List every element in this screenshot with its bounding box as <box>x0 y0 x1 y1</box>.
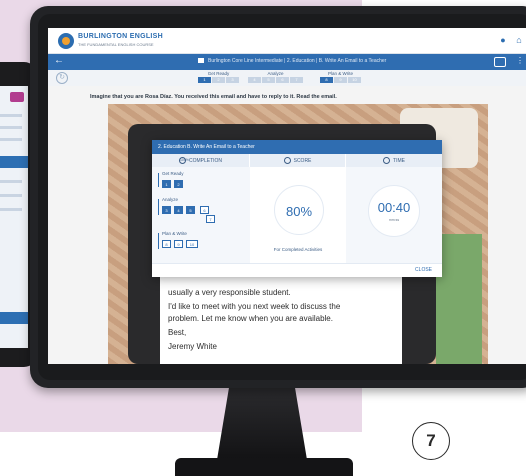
step-box[interactable]: 5 <box>262 77 275 83</box>
tablet-line <box>0 180 22 183</box>
logo-text: BURLINGTON ENGLISH <box>78 33 163 40</box>
green-notebook-image <box>436 234 482 364</box>
completion-icon: 100% <box>178 157 189 164</box>
progress-label: Analyze <box>162 197 179 202</box>
score-value: 80% <box>285 204 313 219</box>
bracket <box>158 173 159 187</box>
home-icon[interactable]: ⌂ <box>514 35 524 45</box>
screen-icon[interactable] <box>494 57 506 67</box>
tablet-line <box>0 208 22 211</box>
stage: BURLINGTON ENGLISH THE FUNDAMENTAL ENGLI… <box>0 0 526 476</box>
modal-title: 2. Education B. Write An Email to a Teac… <box>158 144 255 150</box>
progress-label: Get Ready <box>162 171 184 176</box>
email-line: usually a very responsible student. <box>168 288 291 297</box>
tablet-line <box>0 194 22 197</box>
progress-box: 1 <box>162 180 171 188</box>
score-icon <box>283 157 291 164</box>
back-arrow-icon[interactable]: ← <box>54 55 64 66</box>
step-box[interactable]: 6 <box>276 77 289 83</box>
monitor: BURLINGTON ENGLISH THE FUNDAMENTAL ENGLI… <box>30 6 526 388</box>
progress-box: 3 <box>162 206 171 214</box>
email-line: Best, <box>168 328 187 337</box>
progress-box: 7 <box>206 215 215 223</box>
step-group-analyze: Analyze 4 5 6 7 <box>248 71 303 83</box>
modal-footer: CLOSE <box>152 263 442 277</box>
progress-label: Plan & Write <box>162 231 187 236</box>
email-line: Jeremy White <box>168 342 217 351</box>
tablet-line <box>0 126 22 129</box>
refresh-icon[interactable]: ↻ <box>56 72 68 84</box>
results-modal: 2. Education B. Write An Email to a Teac… <box>152 140 442 277</box>
score-header-label: SCORE <box>293 157 312 164</box>
tablet-line <box>0 138 22 141</box>
step-box[interactable]: 10 <box>348 77 361 83</box>
step-label: Analyze <box>267 71 284 76</box>
monitor-screen: BURLINGTON ENGLISH THE FUNDAMENTAL ENGLI… <box>48 28 526 364</box>
step-box[interactable]: 9 <box>334 77 347 83</box>
tablet-row-highlight <box>0 312 28 324</box>
score-circle: 80% <box>274 185 324 235</box>
time-panel: 00:40 mm:ss <box>346 167 442 263</box>
completion-header: 100%COMPLETION <box>152 154 250 167</box>
progress-box: 6 <box>200 206 209 214</box>
progress-box: 10 <box>186 240 198 248</box>
step-box[interactable]: 7 <box>290 77 303 83</box>
email-line: problem. Let me know when you are availa… <box>168 314 333 323</box>
tablet-line <box>0 114 22 117</box>
page-number: 7 <box>412 422 450 460</box>
logo-subtext: THE FUNDAMENTAL ENGLISH COURSE <box>78 42 154 47</box>
book-icon <box>198 58 204 64</box>
step-group-plan-write: Plan & Write 8 9 10 <box>320 71 361 83</box>
close-button[interactable]: CLOSE <box>415 267 432 273</box>
progress-box: 5 <box>186 206 195 214</box>
stopwatch-icon <box>383 157 391 164</box>
tablet-screen <box>0 86 28 348</box>
completion-header-label: COMPLETION <box>188 157 223 164</box>
step-label: Get Ready <box>207 71 230 76</box>
progress-box: 8 <box>162 240 171 248</box>
breadcrumb-text: Burlington Core Line Intermediate | 2. E… <box>208 58 387 64</box>
bracket <box>158 233 159 249</box>
step-box[interactable]: 2 <box>212 77 225 83</box>
help-icon[interactable]: ● <box>498 35 508 45</box>
step-box[interactable]: 3 <box>226 77 239 83</box>
progress-box: 4 <box>174 206 183 214</box>
score-caption: For Completed Activities <box>273 247 323 252</box>
time-header-label: TIME <box>393 157 405 164</box>
time-value: 00:40 <box>377 200 411 215</box>
tablet-row-highlight <box>0 156 28 168</box>
step-label: Plan & Write <box>328 71 353 76</box>
more-menu-icon[interactable]: ⋮ <box>516 56 524 65</box>
score-header: SCORE <box>250 154 346 167</box>
completion-panel: Get Ready 1 2 Analyze 3 4 5 6 7 Plan & W… <box>152 167 250 263</box>
step-tabs: ↻ Get Ready 1 2 3 Analyze 4 5 6 7 Plan &… <box>48 70 526 86</box>
bracket <box>158 199 159 215</box>
progress-box: 9 <box>174 240 183 248</box>
progress-box: 2 <box>174 180 183 188</box>
instructions: Imagine that you are Rosa Díaz. You rece… <box>90 94 337 100</box>
modal-header: 2. Education B. Write An Email to a Teac… <box>152 140 442 154</box>
time-circle: 00:40 mm:ss <box>368 185 420 237</box>
burlington-logo-icon <box>58 33 74 49</box>
app-header: BURLINGTON ENGLISH THE FUNDAMENTAL ENGLI… <box>48 28 526 54</box>
step-box[interactable]: 4 <box>248 77 261 83</box>
score-panel: 80% For Completed Activities <box>250 167 346 263</box>
monitor-stand-base <box>175 458 353 476</box>
time-header: TIME <box>346 154 442 167</box>
step-box[interactable]: 1 <box>198 77 211 83</box>
tablet-pink-button <box>10 92 24 102</box>
step-group-get-ready: Get Ready 1 2 3 <box>198 71 239 83</box>
step-box[interactable]: 8 <box>320 77 333 83</box>
nav-bar: ← Burlington Core Line Intermediate | 2.… <box>48 54 526 70</box>
breadcrumb: Burlington Core Line Intermediate | 2. E… <box>198 58 386 64</box>
time-caption: mm:ss <box>388 218 400 222</box>
email-line: I'd like to meet with you next week to d… <box>168 302 341 311</box>
